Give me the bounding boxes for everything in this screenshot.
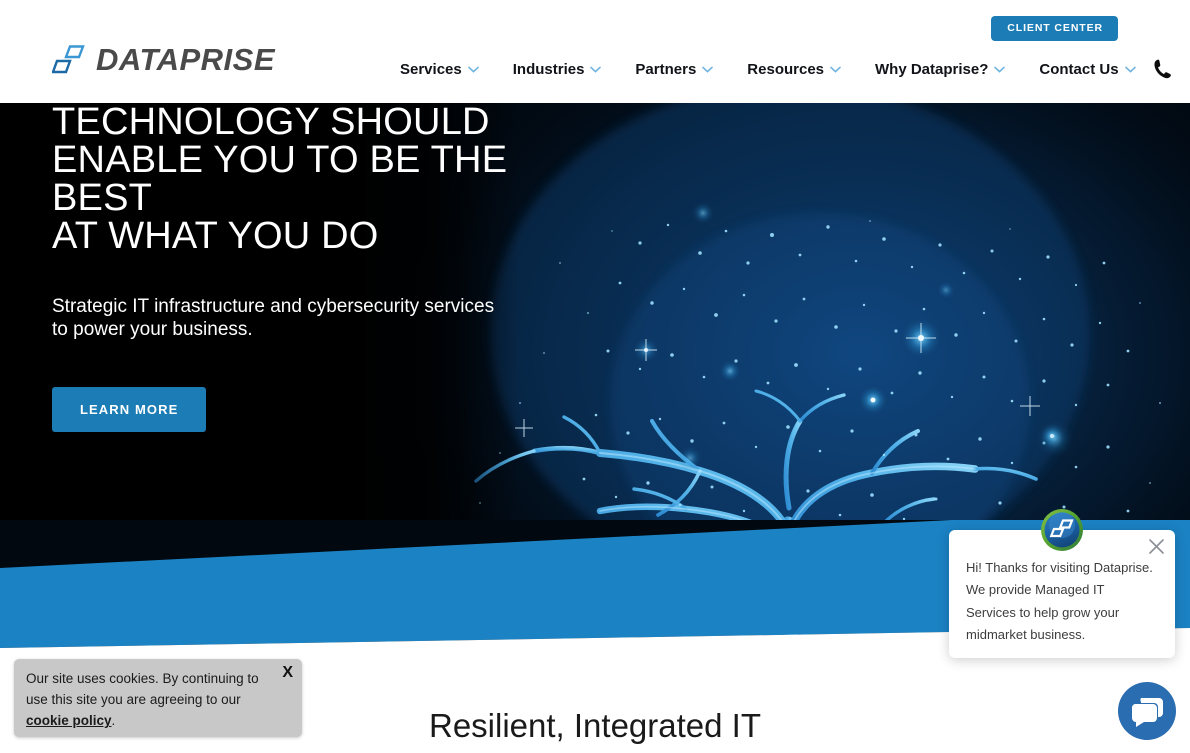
client-center-button[interactable]: CLIENT CENTER	[991, 16, 1118, 41]
chevron-down-icon	[1124, 66, 1136, 73]
main-navigation: Services Industries Partners Resources W…	[400, 58, 1173, 80]
nav-item-why-dataprise[interactable]: Why Dataprise?	[875, 60, 1006, 78]
cookie-policy-link[interactable]: cookie policy	[26, 713, 112, 728]
dataprise-diamond-logo-icon	[52, 45, 85, 74]
chevron-down-icon	[467, 66, 479, 73]
hero-title-line-3: AT WHAT YOU DO	[52, 215, 379, 257]
nav-item-services[interactable]: Services	[400, 61, 479, 78]
hero-content: TECHNOLOGY SHOULD ENABLE YOU TO BE THE B…	[52, 103, 612, 432]
logo-wordmark: DATAPRISE	[96, 42, 276, 77]
nav-item-contact-us[interactable]: Contact Us	[1039, 60, 1136, 78]
close-icon	[1149, 539, 1164, 554]
nav-label: Resources	[747, 60, 825, 78]
nav-item-resources[interactable]: Resources	[747, 61, 841, 78]
hero-title: TECHNOLOGY SHOULD ENABLE YOU TO BE THE B…	[52, 103, 612, 255]
cookie-text: Our site uses cookies. By continuing to …	[26, 668, 274, 732]
nav-label: Services	[400, 60, 462, 78]
hero-title-line-2: ENABLE YOU TO BE THE BEST	[52, 139, 508, 219]
chat-launcher-button[interactable]	[1118, 682, 1176, 740]
chat-close-icon[interactable]	[1148, 538, 1165, 555]
site-header: DATAPRISE CLIENT CENTER Services Industr…	[0, 0, 1190, 103]
nav-label: Industries	[512, 60, 585, 78]
chevron-down-icon	[994, 66, 1006, 73]
chat-avatar	[1041, 509, 1083, 551]
chevron-down-icon	[590, 66, 602, 73]
chevron-down-icon	[702, 66, 714, 73]
cookie-text-before: Our site uses cookies. By continuing to …	[26, 671, 259, 708]
section-title-line-2: Infrastructure Services to Gi	[0, 746, 1190, 753]
nav-label: Contact Us	[1039, 60, 1119, 78]
learn-more-button[interactable]: LEARN MORE	[52, 386, 207, 432]
hero-title-line-1: TECHNOLOGY SHOULD	[52, 101, 490, 143]
chat-bubble-icon	[1118, 682, 1176, 740]
cookie-text-after: .	[111, 713, 116, 729]
chevron-down-icon	[830, 66, 841, 73]
hero-subtitle: Strategic IT infrastructure and cybersec…	[52, 296, 612, 342]
nav-item-partners[interactable]: Partners	[635, 60, 714, 78]
logo-link[interactable]: DATAPRISE	[52, 42, 275, 78]
page-root: TECHNOLOGY SHOULD ENABLE YOU TO BE THE B…	[0, 0, 1190, 753]
hero-subtitle-line-2: to power your business.	[52, 318, 253, 340]
phone-icon[interactable]	[1152, 58, 1173, 80]
cookie-close-button[interactable]: X	[282, 663, 293, 682]
hero-subtitle-line-1: Strategic IT infrastructure and cybersec…	[52, 296, 495, 317]
nav-label: Why Dataprise?	[875, 60, 989, 78]
chat-message: Hi! Thanks for visiting Dataprise. We pr…	[966, 560, 1153, 643]
cookie-banner: Our site uses cookies. By continuing to …	[14, 659, 302, 737]
nav-item-industries[interactable]: Industries	[513, 61, 602, 78]
nav-label: Partners	[635, 60, 697, 78]
